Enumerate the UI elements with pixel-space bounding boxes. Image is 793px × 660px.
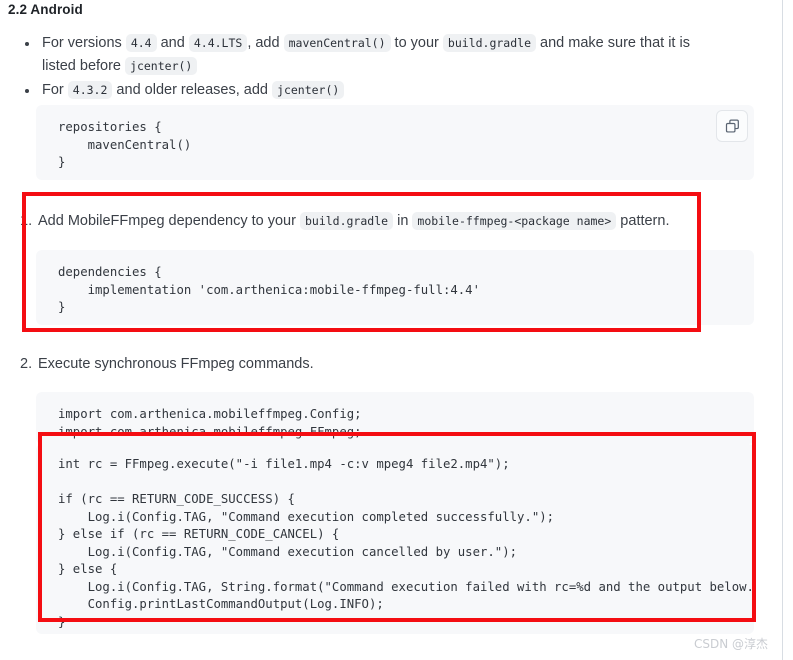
ordered-item-1-number: 1.	[20, 213, 33, 229]
inline-code: mobile-ffmpeg-<package name>	[412, 212, 617, 230]
code-text: repositories { mavenCentral() }	[58, 120, 192, 169]
inline-code: 4.3.2	[67, 81, 113, 99]
inline-code: 4.4	[125, 34, 157, 52]
inline-code: build.gradle	[442, 34, 537, 52]
list-item: For versions 4.4 and 4.4.LTS, add mavenC…	[16, 32, 726, 78]
bullet-rich-text-1: For 4.3.2 and older releases, add jcente…	[42, 81, 345, 99]
code-text: int rc = FFmpeg.execute("-i file1.mp4 -c…	[58, 457, 754, 629]
code-block-dependencies: dependencies { implementation 'com.arthe…	[36, 250, 754, 325]
document-page: 2.2 Android For versions 4.4 and 4.4.LTS…	[0, 0, 783, 660]
ordered-item-1-text: Add MobileFFmpeg dependency to your buil…	[38, 212, 670, 230]
version-bullet-list: For versions 4.4 and 4.4.LTS, add mavenC…	[16, 32, 726, 103]
ordered-item-2: 2. Execute synchronous FFmpeg commands.	[20, 353, 700, 376]
inline-code: 4.4.LTS	[188, 34, 248, 52]
inline-code: jcenter()	[125, 57, 198, 75]
page-title: 2.2 Android	[8, 2, 83, 17]
code-block-execute: int rc = FFmpeg.execute("-i file1.mp4 -c…	[36, 444, 754, 634]
watermark: CSDN @淳杰	[693, 637, 768, 651]
code-block-imports: import com.arthenica.mobileffmpeg.Config…	[36, 392, 754, 444]
list-item: For 4.3.2 and older releases, add jcente…	[16, 79, 726, 102]
bullet-rich-text-0: For versions 4.4 and 4.4.LTS, add mavenC…	[42, 34, 690, 75]
copy-button[interactable]	[716, 110, 748, 142]
copy-icon	[725, 119, 739, 133]
inline-code: build.gradle	[299, 212, 394, 230]
code-text: import com.arthenica.mobileffmpeg.Config…	[58, 407, 362, 439]
ordered-item-2-number: 2.	[20, 356, 33, 372]
inline-code: jcenter()	[272, 81, 345, 99]
inline-code: mavenCentral()	[283, 34, 391, 52]
ordered-item-1: 1. Add MobileFFmpeg dependency to your bu…	[20, 210, 700, 233]
ordered-item-2-text: Execute synchronous FFmpeg commands.	[38, 356, 314, 372]
code-block-repositories: repositories { mavenCentral() }	[36, 105, 754, 180]
code-text: dependencies { implementation 'com.arthe…	[58, 265, 480, 314]
